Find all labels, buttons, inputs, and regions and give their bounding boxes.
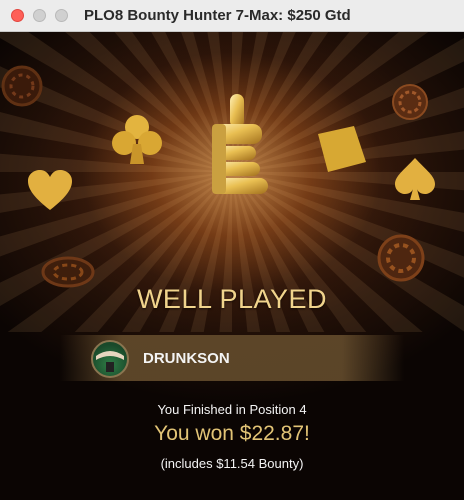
spade-icon xyxy=(395,158,435,200)
poker-chip-icon xyxy=(1,65,43,107)
avatar xyxy=(91,340,129,378)
heart-icon xyxy=(28,170,72,210)
app-window: PLO8 Bounty Hunter 7-Max: $250 Gtd WELL … xyxy=(0,0,464,500)
winnings-text: You won $22.87! xyxy=(154,422,310,445)
bounty-text: (includes $11.54 Bounty) xyxy=(160,456,304,471)
poker-chip-icon xyxy=(392,84,428,120)
diamond-icon xyxy=(318,126,366,172)
result-panel: WELL PLAYED DRUNKSON You Finished in Pos… xyxy=(0,32,464,500)
title-bar: PLO8 Bounty Hunter 7-Max: $250 Gtd xyxy=(0,0,464,32)
window-title: PLO8 Bounty Hunter 7-Max: $250 Gtd xyxy=(84,7,351,24)
club-icon xyxy=(112,115,162,164)
minimize-window-button[interactable] xyxy=(33,9,46,22)
poker-chip-icon xyxy=(377,234,425,282)
headline: WELL PLAYED xyxy=(136,284,328,314)
close-window-button[interactable] xyxy=(11,9,24,22)
poker-table-avatar-icon xyxy=(96,351,124,372)
maximize-window-button[interactable] xyxy=(55,9,68,22)
player-name: DRUNKSON xyxy=(143,350,230,367)
finish-position-text: You Finished in Position 4 xyxy=(157,402,307,417)
thumbs-up-e-logo-icon xyxy=(212,94,268,194)
